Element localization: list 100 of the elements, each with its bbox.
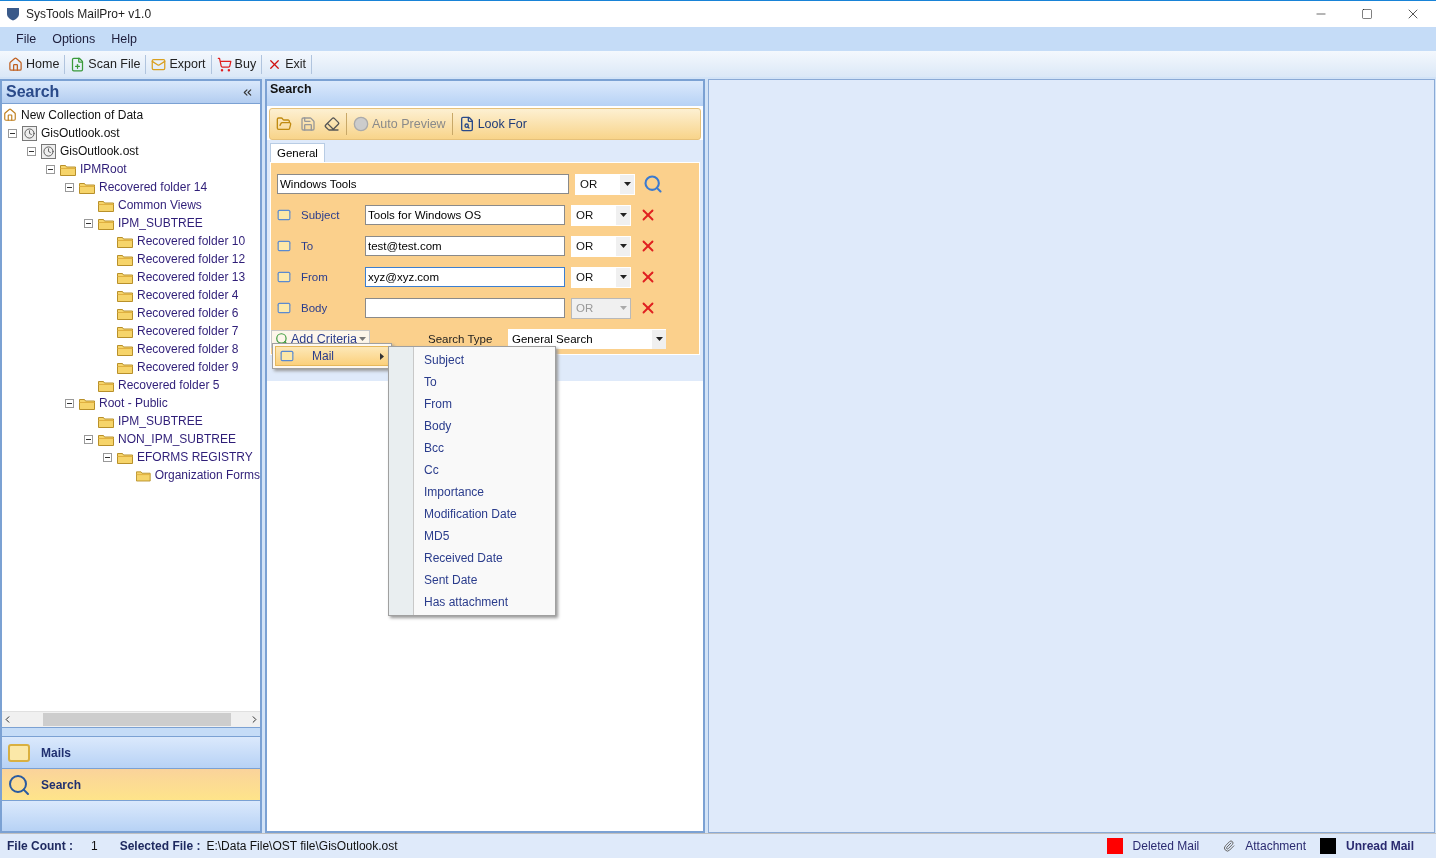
tree-item[interactable]: Recovered folder 5 — [2, 376, 260, 394]
menu-item[interactable]: Sent Date — [389, 569, 555, 591]
legend-label: Unread Mail — [1346, 839, 1414, 853]
clock-icon — [41, 143, 56, 159]
folder-icon — [117, 450, 133, 464]
menu-item[interactable]: From — [389, 393, 555, 415]
envelope-icon — [277, 301, 291, 315]
folder-icon — [117, 288, 133, 302]
tree-item[interactable]: Recovered folder 13 — [2, 268, 260, 286]
tab[interactable]: General — [270, 143, 325, 162]
tree-item[interactable]: NON_IPM_SUBTREE — [2, 430, 260, 448]
menu-item[interactable]: Has attachment — [389, 591, 555, 613]
menu-item[interactable]: File — [8, 30, 45, 48]
tree-item[interactable]: Recovered folder 14 — [2, 178, 260, 196]
shield-logo-icon — [6, 7, 20, 21]
menu-item[interactable]: Mail — [275, 346, 389, 366]
folder-icon — [117, 324, 133, 338]
tree-item[interactable]: Recovered folder 6 — [2, 304, 260, 322]
operator-dropdown[interactable]: OR — [571, 204, 631, 226]
collapse-icon[interactable] — [46, 164, 55, 174]
nav-item[interactable]: Search — [2, 768, 260, 800]
folder-icon — [117, 270, 133, 284]
tree-item[interactable]: EFORMS REGISTRY — [2, 448, 260, 466]
folder-icon — [98, 198, 114, 212]
tree-item[interactable]: Organization Forms — [2, 466, 260, 484]
operator-dropdown[interactable]: OR — [575, 173, 635, 195]
status-label: Selected File : — [119, 839, 201, 853]
tree-item[interactable]: IPM_SUBTREE — [2, 412, 260, 430]
caret-icon — [655, 337, 663, 341]
toolbar-button[interactable]: Export — [146, 54, 212, 74]
menu-item[interactable]: Body — [389, 415, 555, 437]
splitter-grip[interactable] — [2, 727, 260, 736]
menu-item[interactable]: Bcc — [389, 437, 555, 459]
menu-item[interactable]: Importance — [389, 481, 555, 503]
collapse-icon[interactable] — [65, 182, 74, 192]
collapse-icon[interactable] — [84, 218, 93, 228]
radio-icon — [353, 116, 369, 132]
tree-item[interactable]: Recovered folder 9 — [2, 358, 260, 376]
folder-icon — [98, 378, 114, 392]
input-field[interactable]: Tools for Windows OS — [365, 205, 565, 225]
input-field[interactable]: xyz@xyz.com — [365, 267, 565, 287]
tree-item[interactable]: GisOutlook.ost — [2, 124, 260, 142]
caret-icon — [619, 306, 627, 310]
tree-item[interactable]: New Collection of Data — [2, 106, 260, 124]
caret-icon — [619, 275, 627, 279]
menu-item[interactable]: Help — [103, 30, 145, 48]
folder-icon — [117, 342, 133, 356]
collapse-icon[interactable] — [27, 146, 36, 156]
search-type-dropdown[interactable]: General Search — [508, 329, 666, 349]
collapse-icon[interactable] — [103, 452, 112, 462]
folder-open-icon — [276, 116, 292, 132]
tree-item[interactable]: Recovered folder 12 — [2, 250, 260, 268]
menu-item[interactable]: To — [389, 371, 555, 393]
criteria-label: From — [301, 271, 329, 283]
folder-icon — [79, 396, 95, 410]
folder-icon — [136, 468, 151, 482]
tree-item[interactable]: Common Views — [2, 196, 260, 214]
menu-item[interactable]: Options — [44, 30, 104, 48]
toolbar-button[interactable]: Scan File — [65, 54, 147, 74]
collapse-icon[interactable] — [65, 398, 74, 408]
tree-item[interactable]: Root - Public — [2, 394, 260, 412]
tree-item[interactable]: IPM_SUBTREE — [2, 214, 260, 232]
collapse-icon[interactable] — [84, 434, 93, 444]
horizontal-scrollbar[interactable] — [2, 711, 260, 727]
menu-item[interactable]: Subject — [389, 349, 555, 371]
tree-item[interactable]: Recovered folder 8 — [2, 340, 260, 358]
scroll-right-icon[interactable] — [249, 714, 260, 725]
criteria-label: Body — [301, 302, 329, 314]
collapse-icon[interactable] — [8, 128, 17, 138]
input-field[interactable]: test@test.com — [365, 236, 565, 256]
search-button[interactable] — [643, 174, 663, 194]
cart-icon — [216, 56, 232, 72]
envelope-icon — [151, 56, 167, 72]
toolbar-button[interactable]: Home — [3, 54, 66, 74]
toolbar-button[interactable]: Exit — [262, 54, 312, 74]
menu-item[interactable]: MD5 — [389, 525, 555, 547]
house-icon — [8, 56, 23, 72]
toolbar-button[interactable]: Look For — [456, 114, 529, 134]
tree-item[interactable]: Recovered folder 10 — [2, 232, 260, 250]
caret-icon — [359, 337, 366, 341]
folder-icon — [98, 216, 114, 230]
folder-icon — [98, 432, 114, 446]
menu-item[interactable]: Cc — [389, 459, 555, 481]
search-icon — [275, 332, 289, 346]
folder-icon — [117, 360, 133, 374]
envelope-icon — [280, 349, 294, 363]
nav-item[interactable]: Mails — [2, 736, 260, 768]
toolbar-icon-button[interactable] — [322, 114, 342, 134]
operator-dropdown[interactable]: OR — [571, 235, 631, 257]
search-type-label: Search Type — [428, 333, 494, 345]
toolbar-button[interactable]: Buy — [211, 54, 263, 74]
clock-icon — [22, 125, 37, 141]
menu-item[interactable]: Modification Date — [389, 503, 555, 525]
operator-dropdown[interactable]: OR — [571, 266, 631, 288]
input-field[interactable]: Windows Tools — [277, 174, 569, 194]
tree-item[interactable]: Recovered folder 4 — [2, 286, 260, 304]
menu-item[interactable]: Received Date — [389, 547, 555, 569]
tree-item[interactable]: GisOutlook.ost — [2, 142, 260, 160]
tree-item[interactable]: IPMRoot — [2, 160, 260, 178]
tree-item[interactable]: Recovered folder 7 — [2, 322, 260, 340]
